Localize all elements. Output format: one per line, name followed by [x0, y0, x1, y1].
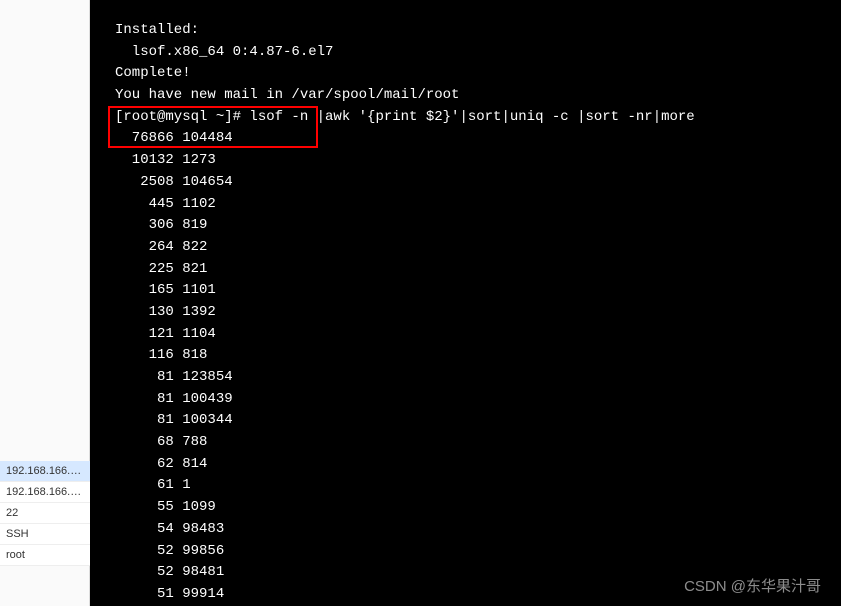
term-line: 54 98483 — [115, 519, 841, 541]
term-line: 62 814 — [115, 454, 841, 476]
term-line: 2508 104654 — [115, 172, 841, 194]
term-line: 81 123854 — [115, 367, 841, 389]
term-line: 55 1099 — [115, 497, 841, 519]
info-protocol[interactable]: SSH — [0, 524, 90, 545]
term-line-command: [root@mysql ~]# lsof -n |awk '{print $2}… — [115, 107, 841, 129]
term-line: 52 99856 — [115, 541, 841, 563]
term-line: 81 100344 — [115, 410, 841, 432]
term-line: 306 819 — [115, 215, 841, 237]
info-text: SSH — [6, 528, 29, 540]
term-line: 130 1392 — [115, 302, 841, 324]
term-line: 121 1104 — [115, 324, 841, 346]
info-user[interactable]: root — [0, 545, 90, 566]
term-line: 165 1101 — [115, 280, 841, 302]
term-line: 116 818 — [115, 345, 841, 367]
info-host-full[interactable]: 192.168.166.131-... — [0, 461, 90, 482]
term-line: 445 1102 — [115, 194, 841, 216]
term-line: Complete! — [115, 63, 841, 85]
info-port[interactable]: 22 — [0, 503, 90, 524]
term-line: You have new mail in /var/spool/mail/roo… — [115, 85, 841, 107]
term-line: 10132 1273 — [115, 150, 841, 172]
term-line: 68 788 — [115, 432, 841, 454]
info-text: 22 — [6, 507, 18, 519]
term-line: 225 821 — [115, 259, 841, 281]
term-line: Installed: — [115, 20, 841, 42]
term-line: 81 100439 — [115, 389, 841, 411]
term-line: 76866 104484 — [115, 128, 841, 150]
term-line: 51 99914 — [115, 584, 841, 606]
term-line: 264 822 — [115, 237, 841, 259]
info-text: root — [6, 549, 25, 561]
info-text: 192.168.166.131-... — [6, 465, 90, 477]
info-host[interactable]: 192.168.166.131 — [0, 482, 90, 503]
terminal-output[interactable]: Installed: lsof.x86_64 0:4.87-6.el7 Comp… — [90, 0, 841, 606]
side-info-panel: 192.168.166.131-... 192.168.166.131 22 S… — [0, 0, 90, 606]
term-line: lsof.x86_64 0:4.87-6.el7 — [115, 42, 841, 64]
connection-info-list: 192.168.166.131-... 192.168.166.131 22 S… — [0, 461, 90, 566]
term-line: 52 98481 — [115, 562, 841, 584]
term-line: 61 1 — [115, 475, 841, 497]
info-text: 192.168.166.131 — [6, 486, 89, 498]
